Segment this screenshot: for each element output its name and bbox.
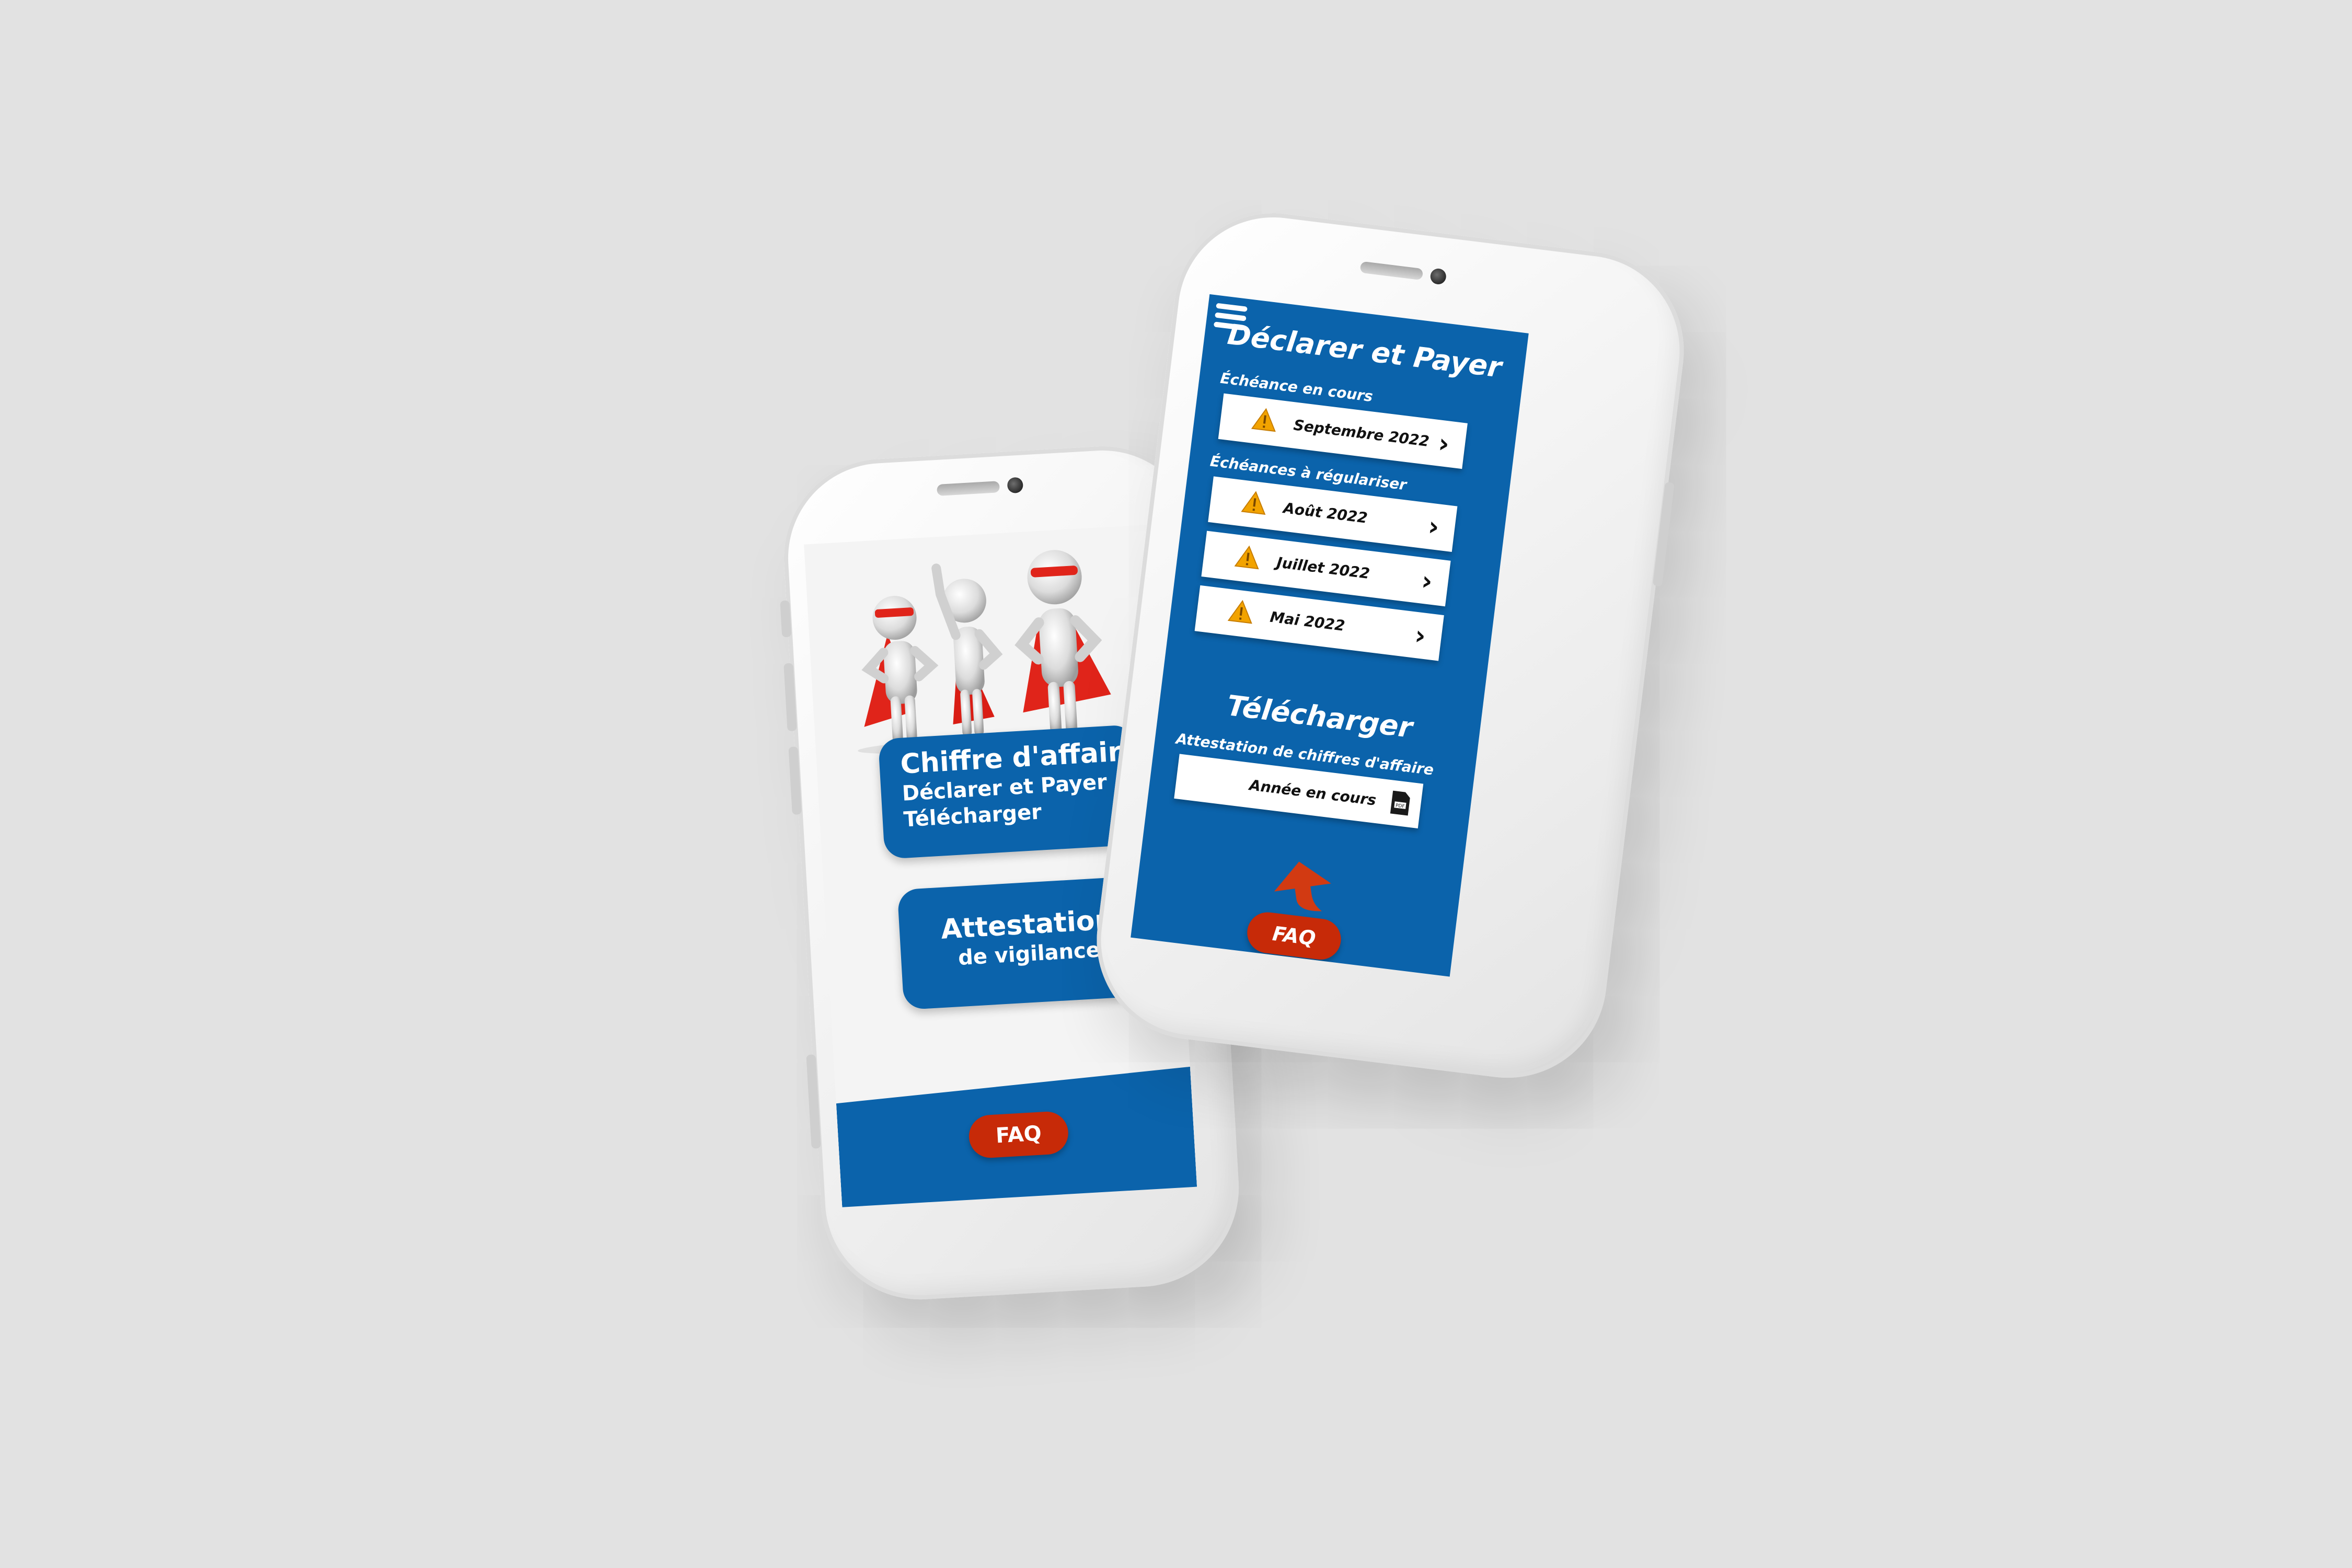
volume-button — [788, 746, 802, 815]
faq-button[interactable]: FAQ — [967, 1110, 1070, 1159]
warning-icon — [1251, 408, 1276, 432]
volume-button — [780, 600, 792, 638]
due-item-label: Mai 2022 — [1269, 608, 1346, 635]
front-camera — [1429, 268, 1447, 285]
chevron-right-icon: › — [1436, 428, 1451, 459]
due-item-label: Septembre 2022 — [1293, 416, 1431, 451]
due-item-label: Juillet 2022 — [1275, 554, 1371, 583]
back-arrow-icon[interactable] — [1268, 855, 1338, 920]
right-phone-mockup: Déclarer et Payer Échéance en cours Sept… — [1085, 202, 1696, 1089]
speaker-grille — [936, 481, 1000, 496]
warning-icon — [1241, 491, 1266, 515]
due-item-label: Août 2022 — [1282, 499, 1369, 527]
download-item-label: Année en cours — [1248, 776, 1377, 809]
side-button — [806, 1054, 821, 1149]
chevron-right-icon: › — [1413, 619, 1428, 651]
warning-icon — [1227, 599, 1252, 624]
volume-button — [783, 663, 797, 732]
svg-text:PDF: PDF — [1395, 803, 1405, 810]
pdf-icon: PDF — [1390, 790, 1410, 816]
speaker-grille — [1359, 261, 1424, 281]
right-phone-screen: Déclarer et Payer Échéance en cours Sept… — [1131, 294, 1529, 977]
side-button — [1652, 481, 1675, 587]
chiffre-affaire-card[interactable]: Chiffre d'affaire Déclarer et Payer Télé… — [878, 724, 1141, 859]
chevron-right-icon: › — [1426, 511, 1441, 543]
front-camera — [1007, 477, 1024, 494]
warning-icon — [1234, 545, 1259, 570]
chevron-right-icon: › — [1420, 565, 1435, 597]
